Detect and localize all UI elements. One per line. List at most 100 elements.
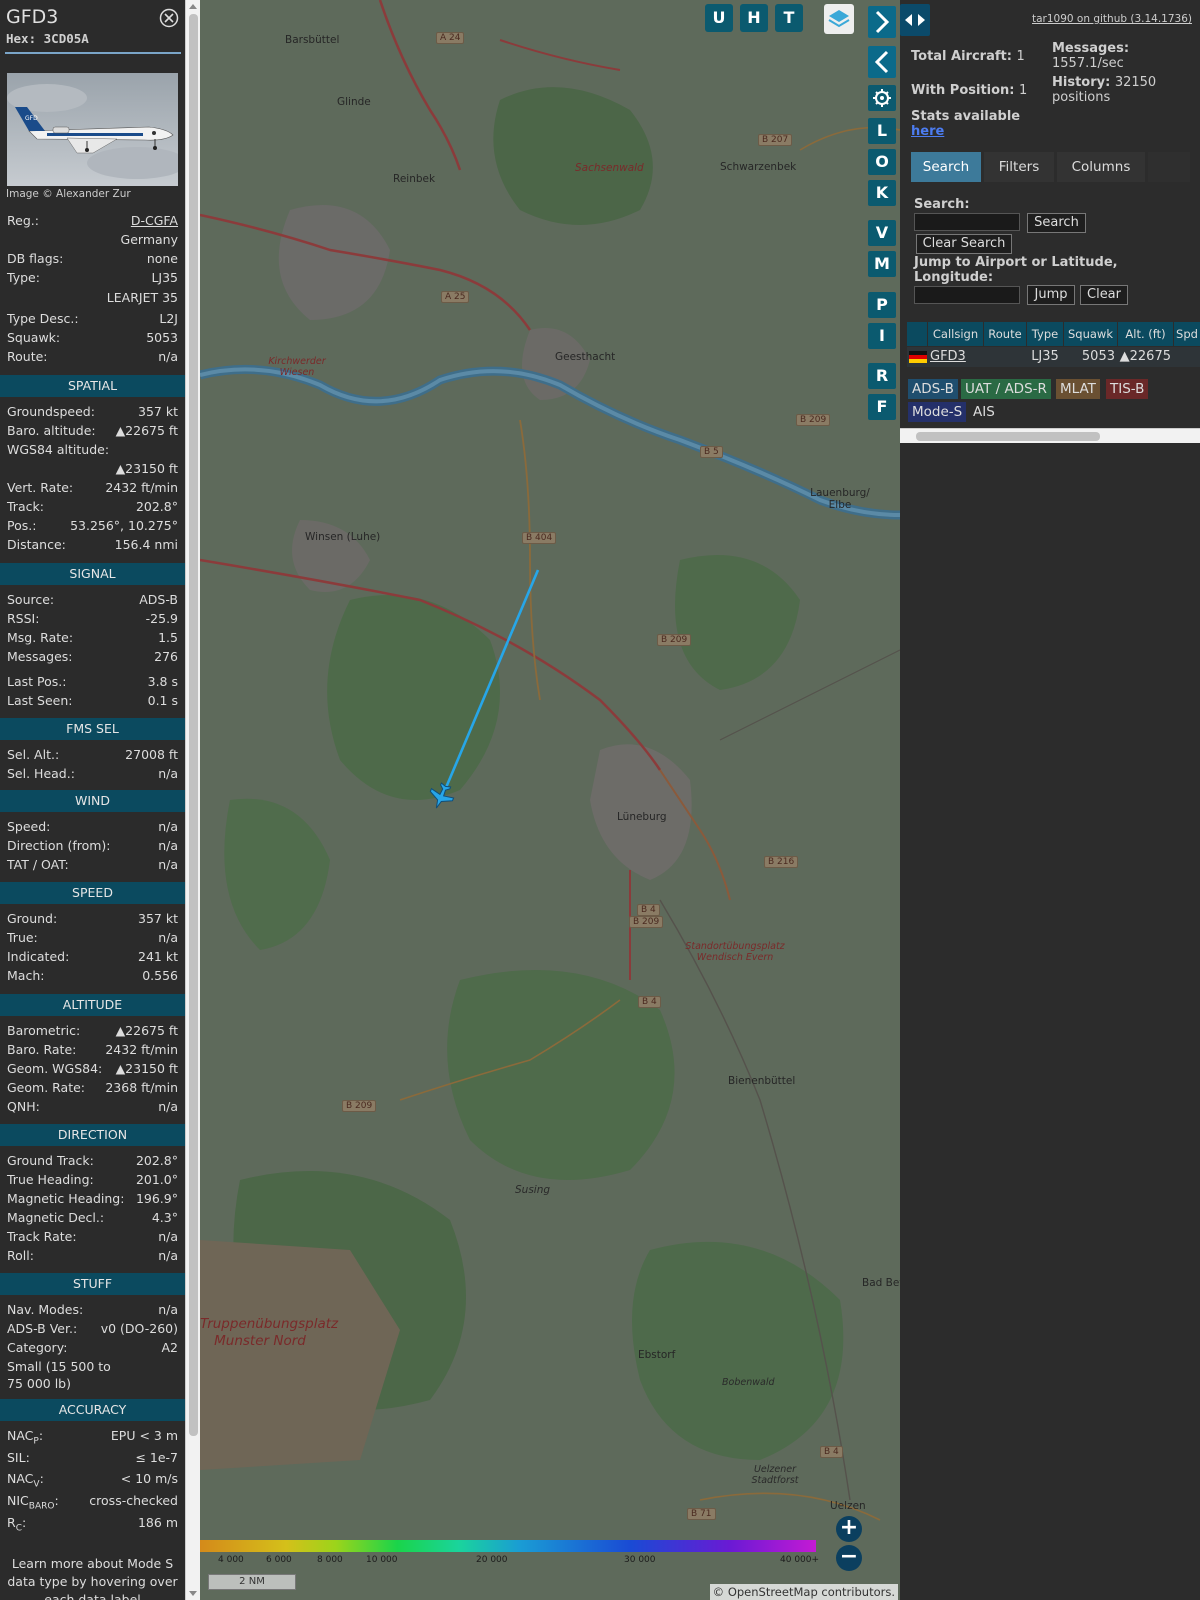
layers-icon[interactable] [824, 4, 854, 34]
tab-filters[interactable]: Filters [984, 152, 1054, 182]
info-label[interactable]: Sel. Head.: [7, 766, 75, 781]
toggle-t-button[interactable]: T [775, 4, 803, 32]
chevron-left-icon[interactable] [868, 46, 896, 78]
info-label[interactable]: Squawk: [7, 330, 60, 345]
info-label[interactable]: Indicated: [7, 949, 69, 964]
info-label[interactable]: Reg.: [7, 213, 39, 228]
table-header-type[interactable]: Type [1027, 322, 1063, 346]
info-label[interactable]: Barometric: [7, 1023, 80, 1038]
stats-here-link[interactable]: here [911, 124, 1020, 139]
chevron-right-icon[interactable] [868, 6, 896, 38]
info-label[interactable]: Distance: [7, 537, 66, 552]
info-label[interactable]: Baro. altitude: [7, 423, 96, 438]
info-label[interactable]: Last Seen: [7, 693, 72, 708]
info-label[interactable]: Type: [7, 270, 40, 285]
github-link[interactable]: tar1090 on github (3.14.1736) [1032, 13, 1192, 25]
jump-input[interactable] [914, 286, 1020, 304]
info-label[interactable]: SIL: [7, 1450, 30, 1465]
info-label[interactable]: Vert. Rate: [7, 480, 73, 495]
info-row: RSSI: -25.9 [0, 611, 185, 629]
info-label[interactable]: Messages: [7, 649, 73, 664]
info-label[interactable]: Direction (from): [7, 838, 111, 853]
section-header-altitude: ALTITUDE [0, 994, 185, 1016]
zoom-in-icon[interactable]: + [836, 1516, 862, 1542]
toggle-u-button[interactable]: U [705, 4, 733, 32]
info-label[interactable]: True: [7, 930, 38, 945]
search-input[interactable] [914, 213, 1020, 231]
info-label[interactable]: Baro. Rate: [7, 1042, 76, 1057]
toggle-r-button[interactable]: R [868, 363, 896, 389]
toggle-i-button[interactable]: I [868, 323, 896, 349]
info-label[interactable]: Mach: [7, 968, 44, 983]
toggle-v-button[interactable]: V [868, 220, 896, 246]
table-header-callsign[interactable]: Callsign [928, 322, 983, 346]
info-label[interactable]: RSSI: [7, 611, 39, 626]
toggle-k-button[interactable]: K [868, 180, 896, 206]
toggle-o-button[interactable]: O [868, 149, 896, 175]
info-label[interactable]: Type Desc.: [7, 311, 79, 326]
aircraft-photo[interactable]: GFD [7, 73, 178, 186]
gear-icon[interactable] [868, 85, 896, 111]
toggle-m-button[interactable]: M [868, 251, 896, 277]
tab-search[interactable]: Search [911, 152, 981, 182]
info-label[interactable]: QNH: [7, 1099, 40, 1114]
info-label[interactable]: Geom. Rate: [7, 1080, 85, 1095]
toggle-h-button[interactable]: H [740, 4, 768, 32]
table-header-squawk[interactable]: Squawk [1064, 322, 1117, 346]
info-row: Groundspeed: 357 kt [0, 404, 185, 422]
info-label[interactable]: Roll: [7, 1248, 34, 1263]
toggle-f-button[interactable]: F [868, 394, 896, 420]
info-label[interactable]: Last Pos.: [7, 674, 66, 689]
row-callsign[interactable]: GFD3 [930, 347, 966, 367]
info-panel-scrollbar[interactable] [185, 0, 200, 1600]
info-label[interactable]: Track Rate: [7, 1229, 77, 1244]
info-label[interactable]: Magnetic Decl.: [7, 1210, 104, 1225]
info-label[interactable]: True Heading: [7, 1172, 94, 1187]
registration-link[interactable]: D-CGFA [131, 213, 178, 228]
scrollbar-thumb[interactable] [916, 432, 1100, 441]
close-icon[interactable] [159, 8, 179, 28]
info-value: n/a [158, 857, 178, 872]
table-header-altitude[interactable]: Alt. (ft) [1118, 322, 1173, 346]
table-header-route[interactable]: Route [984, 322, 1026, 346]
scroll-down-icon[interactable] [189, 1591, 197, 1596]
toggle-p-button[interactable]: P [868, 292, 896, 318]
info-label[interactable]: ADS-B Ver.: [7, 1321, 77, 1336]
info-label[interactable]: Source: [7, 592, 54, 607]
clear-search-button[interactable]: Clear Search [916, 234, 1012, 254]
info-label[interactable]: TAT / OAT: [7, 857, 69, 872]
info-label[interactable]: NACV: [7, 1471, 44, 1490]
info-label[interactable]: WGS84 altitude: [7, 442, 109, 457]
scrollbar-thumb[interactable] [189, 14, 198, 1436]
map-view[interactable]: Barsbüttel Glinde Reinbek Sachsenwald Sc… [200, 0, 900, 1600]
info-label[interactable]: Ground: [7, 911, 57, 926]
table-horizontal-scrollbar[interactable] [900, 428, 1200, 443]
info-label[interactable]: Nav. Modes: [7, 1302, 83, 1317]
info-label[interactable]: NACP: [7, 1428, 43, 1447]
zoom-out-icon[interactable]: − [836, 1545, 862, 1571]
expand-sidebar-icon[interactable] [900, 4, 930, 36]
openstreetmap-link[interactable]: OpenStreetMap [728, 1585, 818, 1599]
scroll-up-icon[interactable] [189, 4, 197, 9]
jump-button[interactable]: Jump [1027, 285, 1075, 305]
info-label[interactable]: Sel. Alt.: [7, 747, 59, 762]
info-label[interactable]: Pos.: [7, 518, 36, 533]
clear-button[interactable]: Clear [1080, 285, 1128, 305]
table-header-speed[interactable]: Spd [1174, 322, 1200, 346]
info-label[interactable]: Track: [7, 499, 44, 514]
toggle-l-button[interactable]: L [868, 118, 896, 144]
tab-columns[interactable]: Columns [1057, 152, 1145, 182]
search-button[interactable]: Search [1027, 213, 1086, 233]
info-label[interactable]: Msg. Rate: [7, 630, 73, 645]
info-label[interactable]: NICBARO: [7, 1493, 59, 1512]
info-label[interactable]: Magnetic Heading: [7, 1191, 124, 1206]
info-label[interactable]: Category: [7, 1340, 67, 1355]
table-header-flag[interactable] [907, 322, 927, 346]
info-label[interactable]: Ground Track: [7, 1153, 94, 1168]
info-label[interactable]: Groundspeed: [7, 404, 95, 419]
info-label[interactable]: DB flags: [7, 251, 63, 266]
info-label[interactable]: Geom. WGS84: [7, 1061, 102, 1076]
info-label[interactable]: RC: [7, 1515, 26, 1534]
info-label[interactable]: Speed: [7, 819, 50, 834]
info-label[interactable]: Route: [7, 349, 48, 364]
